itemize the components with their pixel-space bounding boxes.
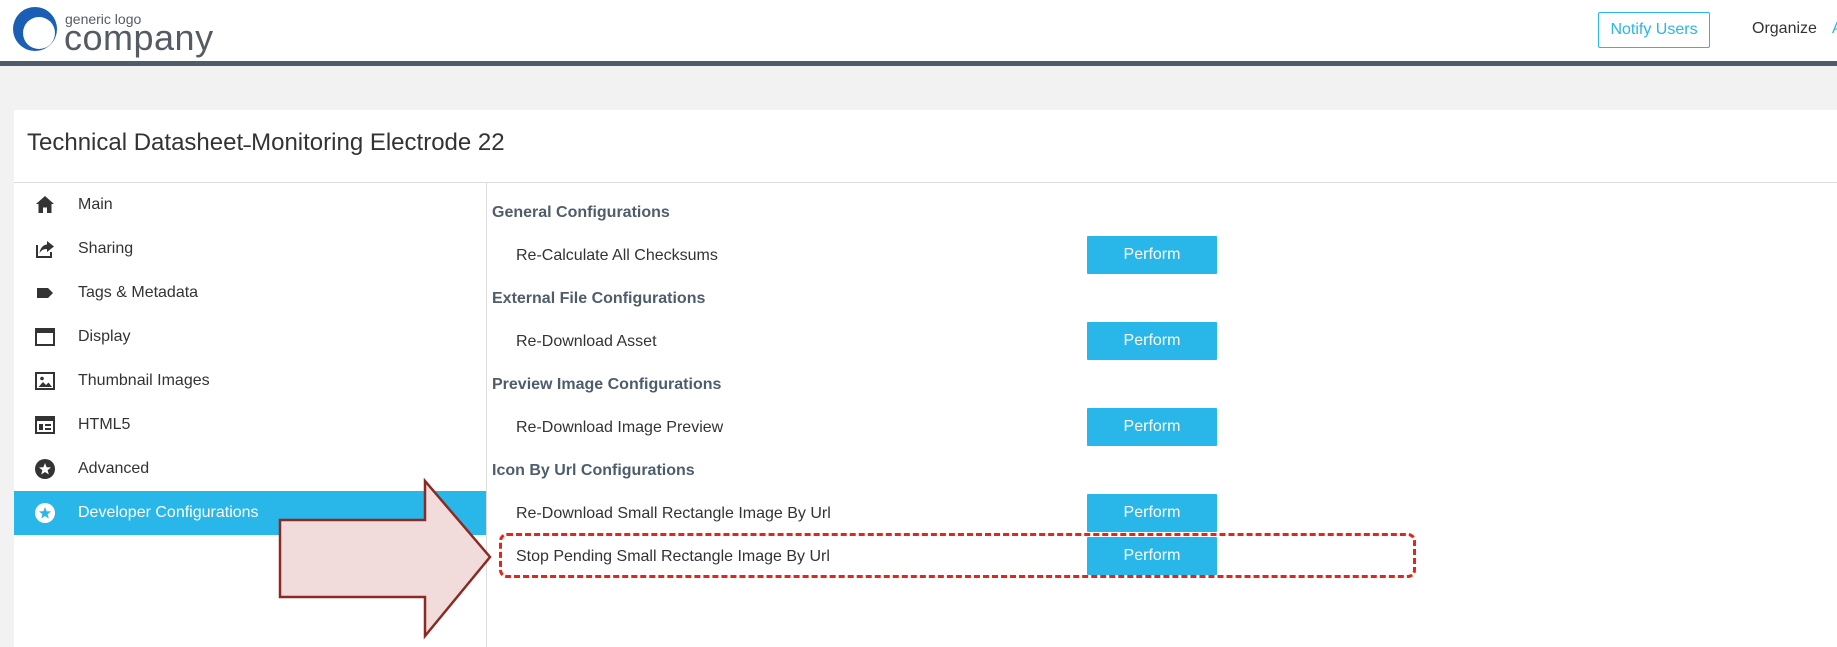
- section-title-external-file: External File Configurations: [492, 290, 706, 307]
- share-icon: [36, 241, 54, 258]
- sidebar-item-label: Thumbnail Images: [78, 372, 210, 389]
- logo-wordmark: company: [64, 17, 214, 58]
- highlight-dashed-box: [499, 533, 1416, 578]
- sidebar-item-label: Developer Configurations: [78, 504, 259, 521]
- sidebar-item-display[interactable]: Display: [14, 315, 486, 359]
- star-circle-icon: [35, 503, 55, 523]
- tag-icon: [37, 288, 53, 298]
- row-label-recalculate-checksums: Re-Calculate All Checksums: [516, 247, 718, 264]
- section-title-preview-image: Preview Image Configurations: [492, 376, 722, 393]
- row-label-redownload-image-preview: Re-Download Image Preview: [516, 419, 724, 436]
- image-icon: [35, 372, 55, 390]
- sidebar-item-label: Display: [78, 328, 131, 345]
- sidebar-item-label: Advanced: [78, 460, 150, 477]
- sidebar-item-sharing[interactable]: Sharing: [14, 227, 486, 271]
- next-nav-link[interactable]: A: [1832, 20, 1837, 38]
- perform-recalculate-checksums-button[interactable]: Perform: [1087, 236, 1217, 274]
- logo-circle-icon: [13, 7, 57, 51]
- sidebar-item-html5[interactable]: HTML5: [14, 403, 486, 447]
- sidebar-item-label: Main: [78, 196, 113, 213]
- sidebar-item-thumbnail-images[interactable]: Thumbnail Images: [14, 359, 486, 403]
- callout-arrow-icon: [278, 478, 492, 640]
- row-label-redownload-small-rectangle: Re-Download Small Rectangle Image By Url: [516, 505, 831, 522]
- perform-redownload-image-preview-button[interactable]: Perform: [1087, 408, 1217, 446]
- sidebar-item-label: HTML5: [78, 416, 131, 433]
- notify-users-button[interactable]: Notify Users: [1598, 12, 1710, 48]
- section-title-icon-by-url: Icon By Url Configurations: [492, 462, 695, 479]
- top-bar: generic logo company Notify Users Organi…: [0, 0, 1837, 66]
- sidebar-item-label: Sharing: [78, 240, 134, 257]
- window-icon: [35, 328, 55, 346]
- home-icon: [36, 196, 54, 213]
- section-title-general: General Configurations: [492, 204, 670, 221]
- perform-redownload-small-rectangle-button[interactable]: Perform: [1087, 494, 1217, 532]
- organize-link[interactable]: Organize: [1752, 20, 1817, 38]
- row-label-redownload-asset: Re-Download Asset: [516, 333, 657, 350]
- company-logo[interactable]: generic logo company: [10, 5, 213, 57]
- page-title: Technical Datasheet˗Monitoring Electrode…: [27, 129, 505, 156]
- sidebar-item-main[interactable]: Main: [14, 183, 486, 227]
- sidebar-item-tags-metadata[interactable]: Tags & Metadata: [14, 271, 486, 315]
- perform-redownload-asset-button[interactable]: Perform: [1087, 322, 1217, 360]
- star-circle-icon: [35, 459, 55, 479]
- sidebar-item-label: Tags & Metadata: [78, 284, 199, 301]
- layout-icon: [35, 416, 55, 434]
